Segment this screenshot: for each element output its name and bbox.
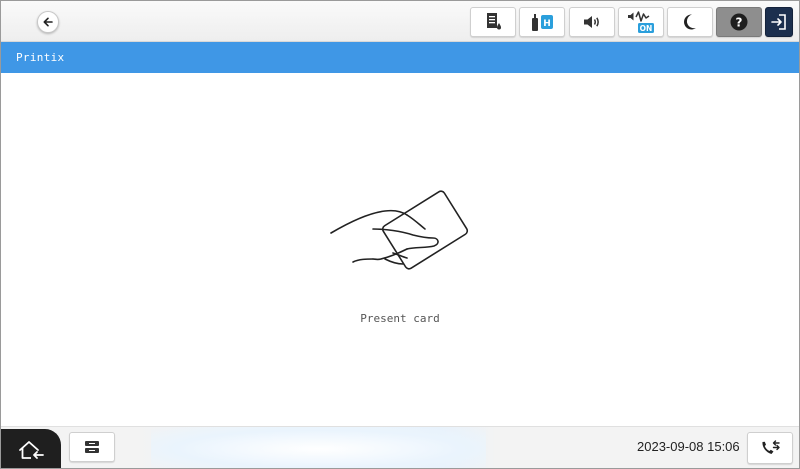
arrow-left-icon (43, 17, 53, 27)
ink-level-button[interactable] (470, 7, 516, 37)
network-status-button[interactable]: H (519, 7, 565, 37)
sleep-mode-icon (684, 14, 696, 30)
network-status-icon: H (532, 14, 553, 31)
job-status-icon (85, 441, 99, 453)
hand-holding-card-icon (330, 190, 469, 270)
quiet-mode-icon: ON (628, 11, 654, 33)
page-title: Printix (16, 51, 65, 64)
date-time: 2023-09-08 15:06 (637, 439, 740, 454)
fax-contacts-icon (762, 440, 780, 454)
help-icon: ? (730, 13, 748, 31)
volume-icon (584, 16, 599, 28)
fax-contacts-button[interactable] (747, 432, 793, 464)
back-button[interactable] (37, 11, 59, 33)
top-bar: H ON ? (1, 1, 799, 42)
screen: H ON ? Printix Present card 2023-09-08 1… (0, 0, 800, 469)
home-icon (19, 441, 44, 459)
volume-button[interactable] (569, 7, 615, 37)
bottom-glow (151, 427, 486, 468)
help-button[interactable]: ? (716, 7, 762, 37)
svg-text:?: ? (736, 16, 743, 30)
title-bar: Printix (1, 42, 799, 73)
svg-text:H: H (543, 19, 551, 29)
present-card-prompt: Present card (360, 312, 440, 325)
logout-button[interactable] (765, 7, 793, 37)
svg-text:ON: ON (640, 24, 653, 33)
home-button[interactable] (1, 429, 61, 468)
logout-icon (771, 14, 786, 30)
sleep-mode-button[interactable] (667, 7, 713, 37)
ink-level-icon (487, 13, 501, 30)
bottom-bar: 2023-09-08 15:06 (1, 426, 799, 468)
quiet-mode-button[interactable]: ON (618, 7, 664, 37)
job-status-button[interactable] (69, 432, 115, 462)
